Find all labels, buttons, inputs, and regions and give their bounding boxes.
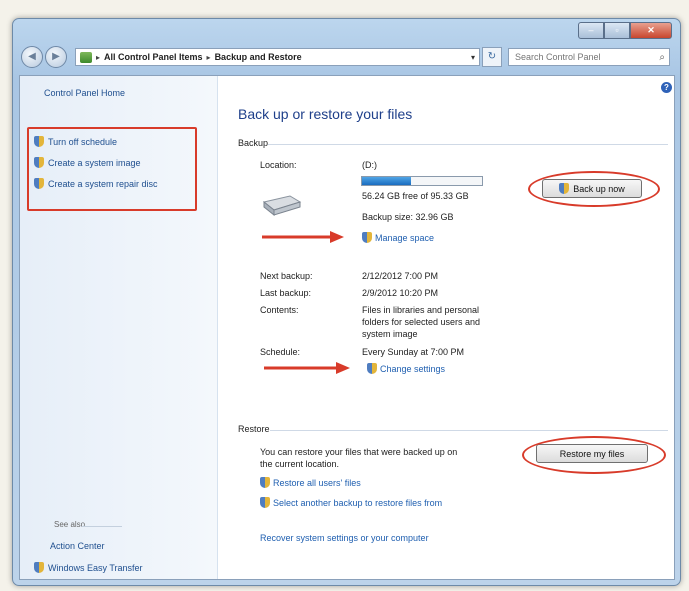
next-backup-value: 2/12/2012 7:00 PM [362,271,439,281]
disk-usage-fill [362,177,412,185]
highlight-box [27,127,197,211]
last-backup-value: 2/9/2012 10:20 PM [362,288,439,298]
manage-space-label: Manage space [375,232,435,243]
restore-description-line-1: You can restore your files that were bac… [260,447,458,457]
sidebar-control-panel-home[interactable]: Control Panel Home [44,88,125,98]
change-settings-link[interactable]: Change settings [367,363,445,374]
breadcrumb-all-items[interactable]: All Control Panel Items [104,52,203,62]
arrow-icon [262,231,344,243]
search-input[interactable] [513,51,652,63]
help-icon[interactable]: ? [661,82,672,93]
refresh-icon[interactable]: ↻ [482,47,502,67]
select-another-backup-label: Select another backup to restore files f… [273,497,443,508]
contents-label: Contents: [260,305,299,315]
shield-icon [260,477,270,488]
search-icon[interactable]: ⌕ [659,52,665,63]
location-value: (D:) [362,160,377,170]
page-title: Back up or restore your files [238,106,413,122]
sidebar-item-easy-transfer[interactable]: Windows Easy Transfer [34,562,143,573]
contents-value-line-1: Files in libraries and personal [362,305,480,315]
chevron-down-icon[interactable]: ▾ [471,53,475,62]
sidebar-item-action-center[interactable]: Action Center [50,541,105,551]
last-backup-label: Last backup: [260,288,312,298]
content-area: Control Panel Home Turn off schedule Cre… [19,75,675,580]
divider [270,430,668,431]
select-another-backup-link[interactable]: Select another backup to restore files f… [260,497,442,508]
change-settings-label: Change settings [380,363,446,374]
navigation-bar: ◀ ▶ ▸ All Control Panel Items ▸ Backup a… [21,45,672,69]
see-also-label: See also [54,520,86,529]
address-bar[interactable]: ▸ All Control Panel Items ▸ Backup and R… [75,48,480,66]
highlight-oval [528,171,660,207]
main-panel: ? Back up or restore your files Backup L… [218,76,674,579]
maximize-button[interactable]: ▫ [604,22,630,39]
contents-value-line-2: folders for selected users and [362,317,481,327]
backup-restore-window: – ▫ ✕ ◀ ▶ ▸ All Control Panel Items ▸ Ba… [12,18,681,586]
recover-system-link[interactable]: Recover system settings or your computer [260,533,429,543]
shield-icon [367,363,377,374]
contents-value-line-3: system image [362,329,418,339]
sidebar: Control Panel Home Turn off schedule Cre… [20,76,218,579]
minimize-button[interactable]: – [578,22,604,39]
free-space-value: 56.24 GB free of 95.33 GB [362,191,469,201]
shield-icon [362,232,372,243]
section-label-backup: Backup [238,138,269,148]
close-button[interactable]: ✕ [630,22,672,39]
forward-icon[interactable]: ▶ [45,46,67,68]
location-label: Location: [260,160,297,170]
caption-buttons: – ▫ ✕ [578,22,672,39]
search-box[interactable]: ⌕ [508,48,670,66]
section-label-restore: Restore [238,424,270,434]
schedule-value: Every Sunday at 7:00 PM [362,347,465,357]
arrow-icon [264,362,350,374]
next-backup-label: Next backup: [260,271,313,281]
divider [268,144,668,145]
sidebar-item-label: Windows Easy Transfer [48,562,143,573]
breadcrumb-separator: ▸ [96,52,101,62]
schedule-label: Schedule: [260,347,301,357]
control-panel-icon [80,51,92,63]
divider [82,526,122,527]
shield-icon [34,562,44,573]
breadcrumb-backup-restore[interactable]: Backup and Restore [215,52,302,62]
manage-space-link[interactable]: Manage space [362,232,434,243]
disk-usage-bar [361,176,483,186]
back-icon[interactable]: ◀ [21,46,43,68]
shield-icon [260,497,270,508]
highlight-oval [522,436,666,474]
breadcrumb-separator: ▸ [206,52,211,62]
restore-all-users-label: Restore all users' files [273,477,361,488]
drive-icon [262,195,302,216]
backup-size-value: Backup size: 32.96 GB [362,212,454,222]
restore-all-users-link[interactable]: Restore all users' files [260,477,361,488]
restore-description-line-2: the current location. [260,459,340,469]
